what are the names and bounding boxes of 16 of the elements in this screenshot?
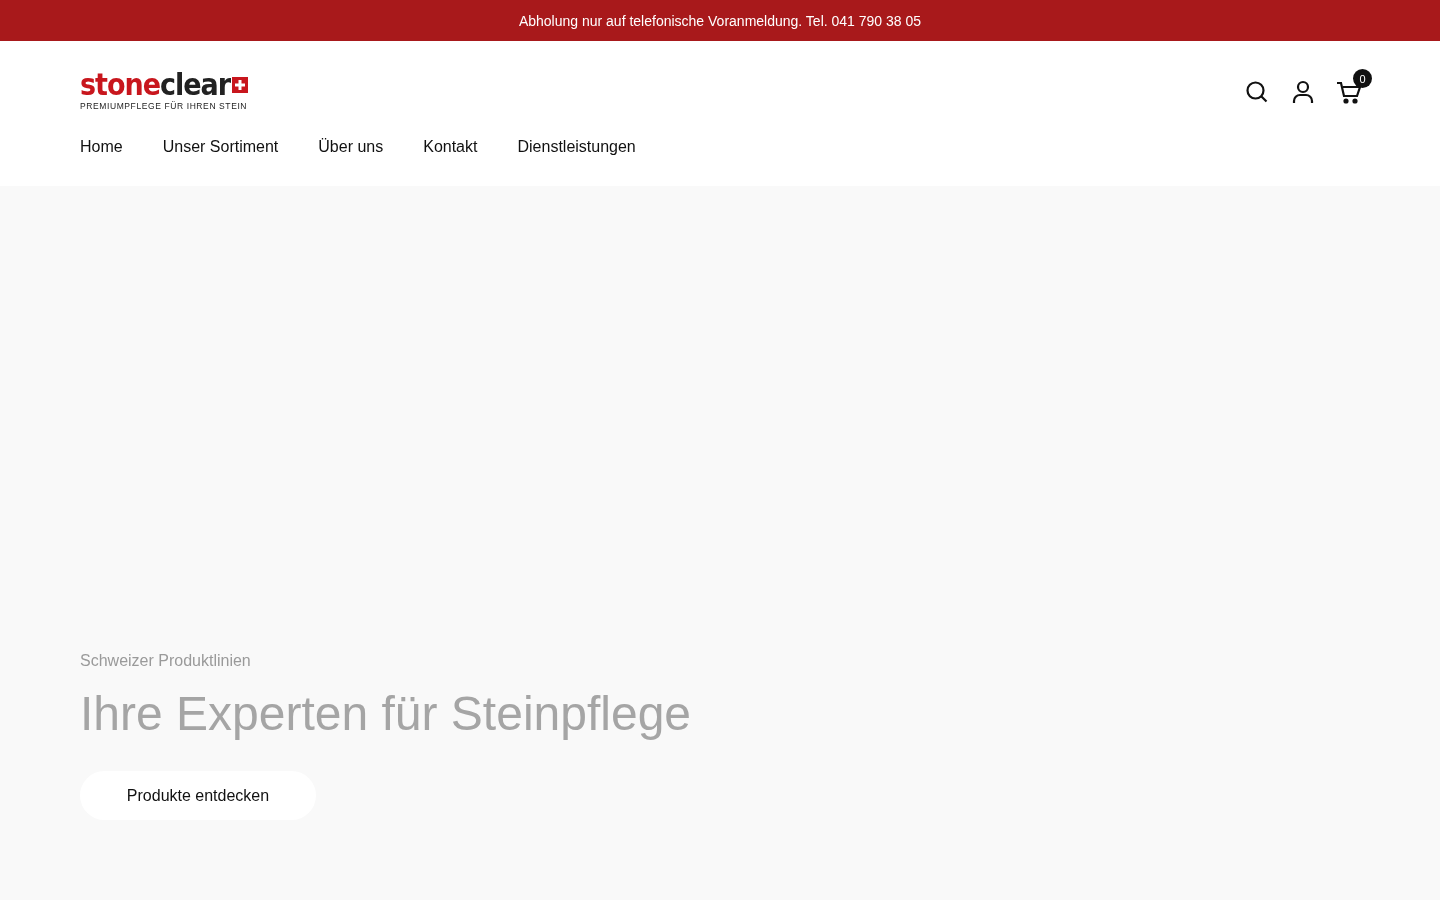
account-icon[interactable] bbox=[1292, 80, 1314, 104]
nav-link[interactable]: Dienstleistungen bbox=[517, 138, 636, 156]
logo-tagline: PREMIUMPFLEGE FÜR IHREN STEIN bbox=[80, 101, 249, 111]
announcement-text: Abholung nur auf telefonische Voranmeldung. Tel. 041 790 38 05 bbox=[518, 12, 922, 29]
discover-products-button[interactable]: Produkte entdecken bbox=[80, 771, 316, 820]
cart-count-badge: 0 bbox=[1353, 69, 1372, 88]
nav-link[interactable]: Home bbox=[80, 138, 123, 156]
hero-title: Ihre Experten für Steinpflege bbox=[80, 686, 693, 741]
search-icon[interactable] bbox=[1245, 80, 1269, 104]
nav-link[interactable]: Kontakt bbox=[423, 138, 478, 156]
nav-link[interactable]: Unser Sortiment bbox=[162, 138, 279, 156]
hero-eyebrow: Schweizer Produktlinien bbox=[80, 652, 252, 670]
cart-icon[interactable] bbox=[1336, 80, 1362, 104]
logo-word[interactable]: stoneclear bbox=[80, 71, 231, 99]
nav-link[interactable]: Über uns bbox=[318, 138, 384, 156]
swiss-cross-icon bbox=[232, 77, 249, 93]
